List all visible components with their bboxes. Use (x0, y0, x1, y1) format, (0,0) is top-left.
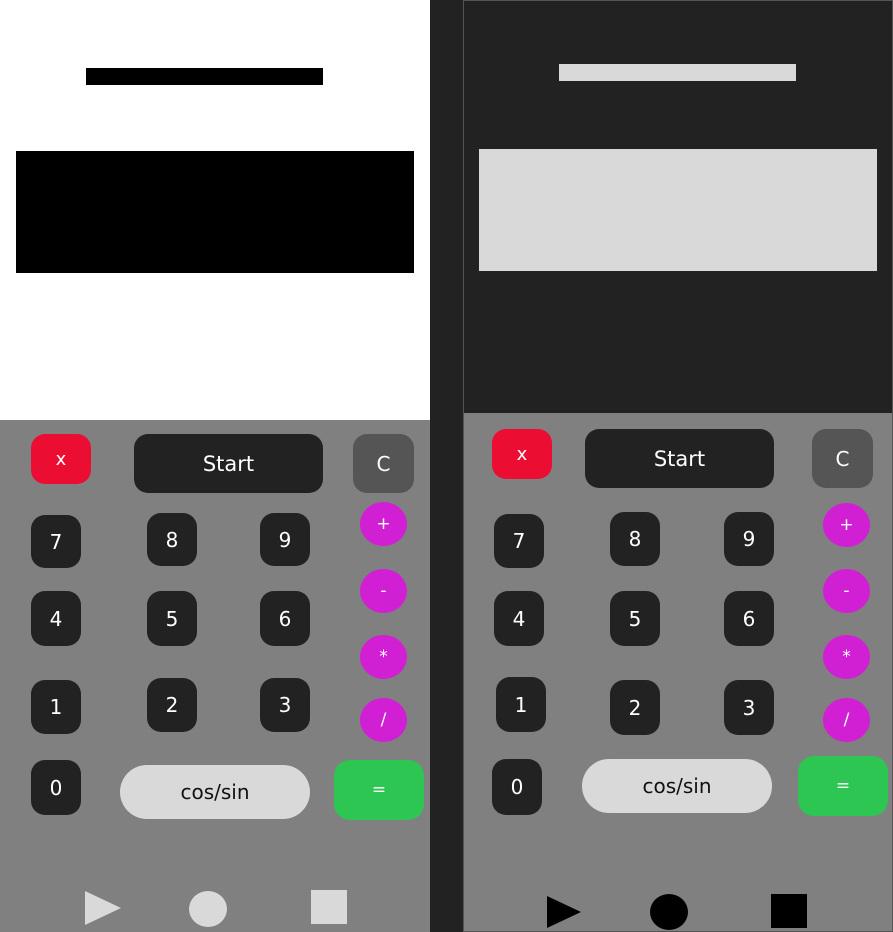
digit-0-button[interactable]: 0 (31, 760, 81, 815)
result-bar (16, 151, 414, 273)
multiply-button[interactable]: * (823, 635, 870, 679)
cancel-button[interactable]: x (492, 429, 552, 479)
equals-button[interactable]: = (798, 756, 888, 816)
digit-3-button[interactable]: 3 (260, 678, 310, 732)
clear-button[interactable]: C (812, 429, 873, 488)
digit-9-button[interactable]: 9 (724, 512, 774, 566)
digit-4-button[interactable]: 4 (494, 591, 544, 646)
digit-1-button[interactable]: 1 (31, 680, 81, 734)
plus-button[interactable]: + (360, 502, 407, 546)
digit-2-button[interactable]: 2 (147, 678, 197, 732)
display-area (464, 1, 892, 413)
calculator-screen-light: x Start C 7 8 9 4 5 6 1 2 3 0 + - * / co… (0, 0, 430, 932)
digit-6-button[interactable]: 6 (260, 591, 310, 646)
digit-0-button[interactable]: 0 (492, 759, 542, 815)
start-button[interactable]: Start (585, 429, 774, 488)
cos-sin-button[interactable]: cos/sin (120, 765, 310, 819)
display-area (0, 0, 430, 420)
keypad: x Start C 7 8 9 4 5 6 1 2 3 0 + - * / co… (0, 420, 430, 932)
digit-6-button[interactable]: 6 (724, 591, 774, 646)
result-bar (479, 149, 877, 271)
digit-2-button[interactable]: 2 (610, 680, 660, 735)
digit-4-button[interactable]: 4 (31, 591, 81, 646)
expression-bar (559, 64, 796, 81)
recents-square-icon[interactable] (311, 890, 347, 924)
multiply-button[interactable]: * (360, 635, 407, 679)
equals-button[interactable]: = (334, 760, 424, 820)
digit-7-button[interactable]: 7 (494, 514, 544, 568)
divide-button[interactable]: / (823, 698, 870, 742)
minus-button[interactable]: - (360, 569, 407, 613)
digit-3-button[interactable]: 3 (724, 680, 774, 735)
cancel-button[interactable]: x (31, 434, 91, 484)
digit-5-button[interactable]: 5 (147, 591, 197, 646)
digit-1-button[interactable]: 1 (496, 677, 546, 732)
back-triangle-icon[interactable] (546, 895, 582, 929)
digit-8-button[interactable]: 8 (147, 513, 197, 566)
back-triangle-icon[interactable] (84, 890, 122, 926)
digit-9-button[interactable]: 9 (260, 513, 310, 566)
home-circle-icon[interactable] (649, 893, 689, 931)
start-button[interactable]: Start (134, 434, 323, 493)
minus-button[interactable]: - (823, 569, 870, 613)
expression-bar (86, 68, 323, 85)
calculator-screen-dark: x Start C 7 8 9 4 5 6 1 2 3 0 + - * / co… (463, 0, 893, 932)
plus-button[interactable]: + (823, 503, 870, 547)
recents-square-icon[interactable] (771, 894, 807, 928)
divide-button[interactable]: / (360, 698, 407, 742)
home-circle-icon[interactable] (188, 890, 228, 928)
digit-5-button[interactable]: 5 (610, 591, 660, 646)
keypad: x Start C 7 8 9 4 5 6 1 2 3 0 + - * / co… (464, 413, 892, 931)
digit-8-button[interactable]: 8 (610, 512, 660, 566)
digit-7-button[interactable]: 7 (31, 515, 81, 568)
cos-sin-button[interactable]: cos/sin (582, 759, 772, 813)
clear-button[interactable]: C (353, 434, 414, 493)
